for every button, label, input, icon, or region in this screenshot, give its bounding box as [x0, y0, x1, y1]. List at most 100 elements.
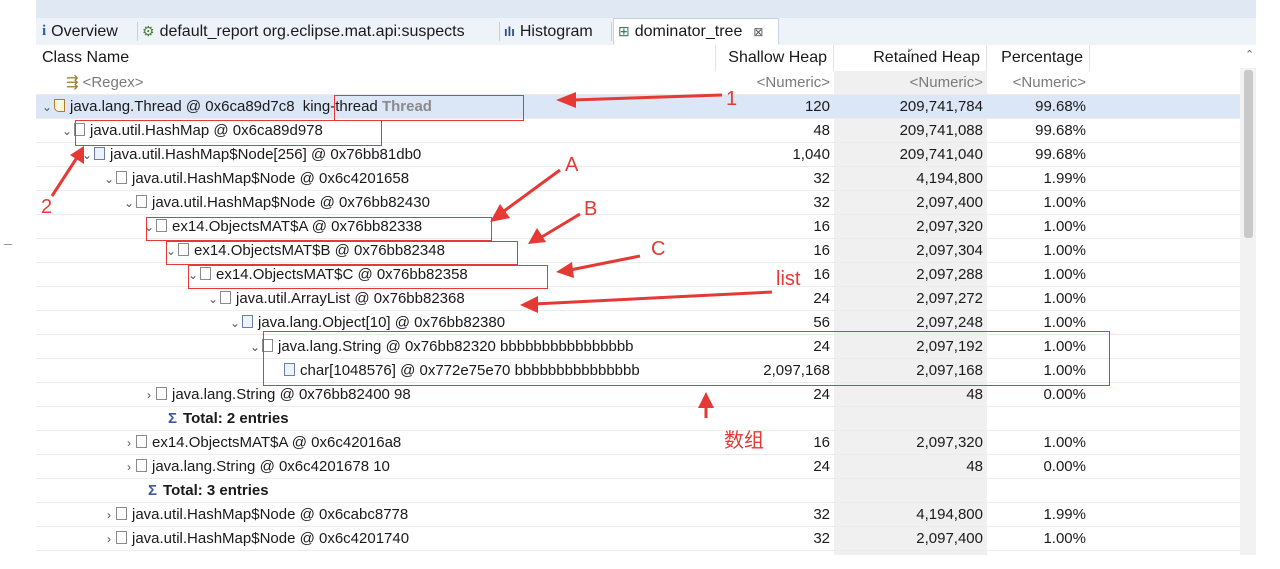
tree-node-label: ⌄ java.util.HashMap$Node @ 0x6c4201658 [36, 167, 782, 191]
tab-dominator-tree[interactable]: ⊞ dominator_tree ⊠ [613, 18, 779, 45]
column-header-retained-heap[interactable]: ⌄ Retained Heap [834, 43, 987, 71]
chevron-right-icon[interactable]: › [122, 455, 136, 479]
retained-heap-value: 48 [966, 458, 983, 475]
object-icon [74, 123, 85, 136]
table-row[interactable]: ⌄ java.lang.Object[10] @ 0x76bb82380 56 2… [36, 311, 1256, 335]
object-icon [220, 291, 231, 304]
scrollbar-thumb[interactable] [1244, 70, 1253, 238]
chevron-down-icon[interactable]: ⌄ [40, 95, 54, 119]
table-row[interactable]: › java.lang.String @ 0x6c4201678 10 24 48… [36, 455, 1256, 479]
object-icon [116, 531, 127, 544]
tab-overview[interactable]: i Overview [38, 18, 138, 45]
chevron-down-icon[interactable]: ⌄ [248, 335, 262, 359]
sum-icon: Σ [148, 482, 158, 499]
scroll-up-icon[interactable]: ⌃ [1245, 48, 1254, 61]
chevron-down-icon[interactable]: ⌄ [164, 239, 178, 263]
tab-histogram[interactable]: ılı Histogram [500, 18, 612, 45]
column-header-shallow-heap[interactable]: Shallow Heap [716, 45, 834, 71]
retained-heap-value: 2,097,400 [916, 530, 983, 547]
chevron-right-icon[interactable]: › [122, 431, 136, 455]
table-row[interactable]: Σ Total: 3 entries [36, 479, 1256, 503]
toolbar-strip [36, 0, 1256, 18]
tab-dominator-tree-label: dominator_tree [634, 22, 743, 40]
retained-heap-value: 48 [966, 386, 983, 403]
table-row[interactable]: › ex14.ObjectsMAT$A @ 0x6c42016a8 16 2,09… [36, 431, 1256, 455]
retained-heap-value: 209,741,784 [899, 98, 983, 115]
info-icon: i [42, 23, 47, 39]
array-icon [94, 147, 105, 160]
array-icon [284, 363, 295, 376]
shallow-filter-input[interactable]: <Numeric> [716, 71, 834, 95]
report-icon: ⚙ [142, 23, 155, 39]
table-row[interactable]: › java.util.HashMap$Node @ 0x6c4201740 32… [36, 527, 1256, 551]
table-row[interactable]: ⌄ ex14.ObjectsMAT$A @ 0x76bb82338 16 2,09… [36, 215, 1256, 239]
chevron-down-icon[interactable]: ⌄ [186, 263, 200, 287]
retained-heap-value: 209,741,088 [899, 122, 983, 139]
chevron-down-icon[interactable]: ⌄ [142, 215, 156, 239]
tree-node-label: ⌄ ex14.ObjectsMAT$A @ 0x76bb82338 [36, 215, 822, 239]
object-icon [116, 171, 127, 184]
table-row[interactable]: ⌄ ex14.ObjectsMAT$B @ 0x76bb82348 16 2,09… [36, 239, 1256, 263]
percent-filter-input[interactable]: <Numeric> [987, 71, 1090, 95]
shallow-heap-value: 24 [813, 458, 830, 475]
object-icon [200, 267, 211, 280]
retained-heap-value: 2,097,168 [916, 362, 983, 379]
retained-heap-value: 4,194,800 [916, 170, 983, 187]
table-row[interactable]: ⌄ java.util.HashMap$Node[256] @ 0x76bb81d… [36, 143, 1256, 167]
chevron-down-icon[interactable]: ⌄ [80, 143, 94, 167]
retained-heap-value: 4,194,800 [916, 506, 983, 523]
percentage-value: 1.00% [1043, 530, 1086, 547]
object-name: java.lang.String @ 0x6c4201678 10 [152, 458, 390, 475]
chevron-right-icon[interactable]: › [102, 527, 116, 551]
retained-filter-input[interactable]: <Numeric> [834, 71, 987, 95]
column-header-class-name[interactable]: Class Name [36, 45, 716, 71]
shallow-heap-value: 16 [813, 266, 830, 283]
table-row[interactable]: ⌄ java.util.HashMap @ 0x6ca89d978 48 209,… [36, 119, 1256, 143]
object-icon [156, 219, 167, 232]
percentage-value: 1.00% [1043, 194, 1086, 211]
sort-descending-icon: ⌄ [906, 43, 915, 54]
retained-heap-value: 2,097,288 [916, 266, 983, 283]
retained-heap-value: 2,097,320 [916, 218, 983, 235]
table-row[interactable]: › java.lang.String @ 0x76bb82400 98 24 48… [36, 383, 1256, 407]
tree-node-label: › java.lang.String @ 0x76bb82400 98 [36, 383, 822, 407]
shallow-heap-value: 32 [813, 506, 830, 523]
percentage-value: 99.68% [1035, 98, 1086, 115]
regex-filter-input[interactable]: ⇶ <Regex> [36, 71, 746, 95]
percentage-value: 1.00% [1043, 314, 1086, 331]
chevron-right-icon[interactable]: › [102, 503, 116, 527]
table-row[interactable]: Σ Total: 2 entries [36, 407, 1256, 431]
chevron-down-icon[interactable]: ⌄ [102, 167, 116, 191]
table-row[interactable]: ⌄ java.lang.Thread @ 0x6ca89d7c8 king-thr… [36, 95, 1256, 119]
shallow-heap-value: 24 [813, 338, 830, 355]
retained-heap-value: 2,097,192 [916, 338, 983, 355]
table-row[interactable]: › java.util.HashMap$Node @ 0x6cabc8778 32… [36, 503, 1256, 527]
chevron-down-icon[interactable]: ⌄ [60, 119, 74, 143]
table-row[interactable]: ⌄ java.lang.String @ 0x76bb82320 bbbbbbbb… [36, 335, 1256, 359]
table-row[interactable]: ⌄ java.util.ArrayList @ 0x76bb82368 24 2,… [36, 287, 1256, 311]
object-icon [136, 435, 147, 448]
chevron-down-icon[interactable]: ⌄ [206, 287, 220, 311]
table-row[interactable]: ⌄ ex14.ObjectsMAT$C @ 0x76bb82358 16 2,09… [36, 263, 1256, 287]
chevron-right-icon[interactable]: › [142, 383, 156, 407]
close-icon[interactable]: ⊠ [753, 25, 763, 39]
tree-node-label: Σ Total: 3 entries [36, 479, 828, 503]
thread-type: Thread [381, 98, 432, 115]
table-row[interactable]: char[1048576] @ 0x772e75e70 bbbbbbbbbbbb… [36, 359, 1256, 383]
table-row[interactable]: ⌄ java.util.HashMap$Node @ 0x76bb82430 32… [36, 191, 1256, 215]
chevron-down-icon[interactable]: ⌄ [122, 191, 136, 215]
percentage-value: 1.00% [1043, 218, 1086, 235]
tree-node-label: ⌄ java.util.HashMap$Node[256] @ 0x76bb81d… [36, 143, 760, 167]
percentage-value: 1.00% [1043, 290, 1086, 307]
column-header-percentage[interactable]: Percentage [987, 45, 1090, 71]
retained-heap-value: 2,097,304 [916, 242, 983, 259]
tree-node-label: Σ Total: 2 entries [36, 407, 848, 431]
tab-default-report[interactable]: ⚙ default_report org.eclipse.mat.api:sus… [138, 18, 500, 45]
object-icon [156, 387, 167, 400]
chevron-down-icon[interactable]: ⌄ [228, 311, 242, 335]
retained-heap-value: 2,097,320 [916, 434, 983, 451]
retained-heap-value: 209,741,040 [899, 146, 983, 163]
object-name: java.lang.String @ 0x76bb82400 98 [172, 386, 411, 403]
retained-heap-value: 2,097,248 [916, 314, 983, 331]
table-row[interactable]: ⌄ java.util.HashMap$Node @ 0x6c4201658 32… [36, 167, 1256, 191]
